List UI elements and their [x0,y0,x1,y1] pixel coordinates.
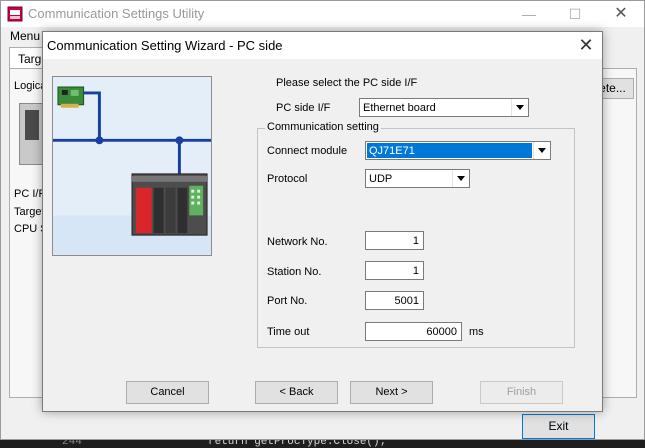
protocol-select[interactable]: UDP [365,169,470,188]
chevron-down-icon[interactable] [533,142,550,159]
menu-item-menu[interactable]: Menu [10,29,40,43]
time-out-unit: ms [469,326,484,338]
port-no-input[interactable]: 5001 [365,291,424,310]
back-button[interactable]: < Back [255,381,338,404]
app-close-icon[interactable]: ✕ [598,1,644,27]
chevron-down-icon[interactable] [511,99,528,116]
app-window-icon [7,6,23,22]
cancel-button[interactable]: Cancel [126,381,209,404]
exit-button[interactable]: Exit [522,414,595,439]
target-label: Target [14,206,45,218]
pc-side-if-value: Ethernet board [363,102,436,114]
next-button[interactable]: Next > [350,381,433,404]
app-title-bar: Communication Settings Utility — ☐ ✕ [1,1,644,27]
time-out-label: Time out [267,326,310,338]
dialog-title: Communication Setting Wizard - PC side [47,38,283,53]
connect-module-select[interactable]: QJ71E71 [365,141,551,160]
pc-side-if-select[interactable]: Ethernet board [359,98,529,117]
code-line-text: return getProcType.Close(); [208,440,387,448]
network-pc-to-plc-icon [52,76,212,256]
wizard-dialog: Communication Setting Wizard - PC side ✕… [42,31,603,412]
code-line-number: 244 [62,440,82,448]
app-title: Communication Settings Utility [28,6,205,21]
select-pc-if-prompt: Please select the PC side I/F [276,77,418,89]
pc-side-if-label: PC side I/F [276,102,331,114]
maximize-icon[interactable]: ☐ [552,1,598,27]
minimize-icon[interactable]: — [506,1,552,27]
chevron-down-icon[interactable] [452,170,469,187]
dialog-title-bar: Communication Setting Wizard - PC side ✕ [43,32,602,59]
connect-module-label: Connect module [267,145,348,157]
communication-setting-title: Communication setting [265,121,381,133]
station-no-input[interactable]: 1 [365,261,424,280]
protocol-value: UDP [369,173,393,185]
finish-button[interactable]: Finish [480,381,563,404]
code-editor-strip: 244 return getProcType.Close(); [0,440,645,448]
port-no-label: Port No. [267,295,308,307]
dialog-close-icon[interactable]: ✕ [570,32,602,59]
pc-if-label: PC I/F [14,188,46,200]
network-no-label: Network No. [267,236,328,248]
connect-module-value: QJ71E71 [367,143,532,158]
time-out-input[interactable]: 60000 [365,322,462,341]
protocol-label: Protocol [267,173,308,185]
station-no-label: Station No. [267,266,322,278]
network-no-input[interactable]: 1 [365,231,424,250]
